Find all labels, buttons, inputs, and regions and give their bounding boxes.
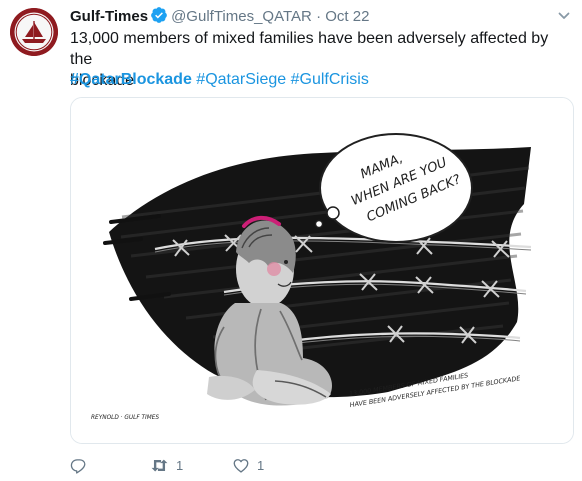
avatar[interactable] xyxy=(10,8,58,56)
retweet-count: 1 xyxy=(176,457,184,473)
heart-icon xyxy=(233,459,249,473)
tweet-card[interactable]: Gulf-Times @GulfTimes_QATAR · Oct 22 13,0… xyxy=(0,0,582,481)
like-button[interactable]: 1 xyxy=(232,455,264,475)
reply-icon xyxy=(70,458,86,474)
dhow-logo-icon xyxy=(10,8,58,56)
tweet-timestamp[interactable]: Oct 22 xyxy=(325,8,369,25)
verified-badge-icon xyxy=(150,6,168,30)
author-name[interactable]: Gulf-Times xyxy=(70,8,148,25)
cartoon-illustration: MAMA, WHEN ARE YOU COMING BACK? 13,000 M… xyxy=(71,98,573,443)
header-separator: · xyxy=(316,8,322,25)
tweet-actions: 1 1 xyxy=(70,455,570,475)
like-count: 1 xyxy=(257,457,265,473)
hashtag-qatarblockade[interactable]: #QatarBlockade xyxy=(70,71,192,88)
tweet-media-image[interactable]: MAMA, WHEN ARE YOU COMING BACK? 13,000 M… xyxy=(70,97,574,444)
tweet-header: Gulf-Times @GulfTimes_QATAR · Oct 22 xyxy=(70,6,369,26)
author-handle[interactable]: @GulfTimes_QATAR xyxy=(171,8,312,25)
cartoonist-signature: REYNOLD · GULF TIMES xyxy=(91,415,159,421)
chevron-down-icon[interactable] xyxy=(558,11,570,21)
hashtag-gulfcrisis[interactable]: #GulfCrisis xyxy=(291,71,369,88)
reply-button[interactable] xyxy=(70,455,94,475)
retweet-button[interactable]: 1 xyxy=(150,455,183,475)
retweet-icon xyxy=(151,459,168,471)
hashtag-list: #QatarBlockade #QatarSiege #GulfCrisis xyxy=(70,69,369,90)
hashtag-qatarsiege[interactable]: #QatarSiege xyxy=(196,71,286,88)
